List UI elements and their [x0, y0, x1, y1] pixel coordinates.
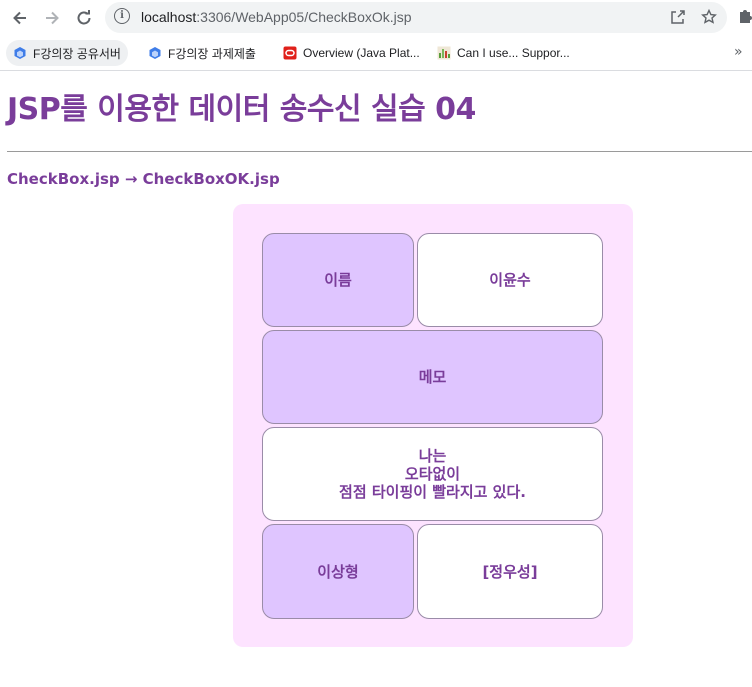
extensions-puzzle-icon[interactable]: [738, 8, 752, 28]
name-label-cell: 이름: [262, 233, 414, 327]
bookmark-item-assignment[interactable]: F강의장 과제제출: [141, 40, 263, 66]
bookmark-label: Can I use... Suppor...: [457, 46, 570, 60]
bookmark-item-caniuse[interactable]: Can I use... Suppor...: [430, 40, 577, 66]
bookmark-label: Overview (Java Plat...: [303, 46, 420, 60]
bookmark-item-java-overview[interactable]: Overview (Java Plat...: [276, 40, 427, 66]
address-url[interactable]: localhost:3306/WebApp05/CheckBoxOk.jsp: [141, 9, 412, 25]
name-label: 이름: [324, 271, 352, 289]
memo-value-cell: 나는 오타없이 점점 타이핑이 빨라지고 있다.: [262, 427, 603, 521]
oracle-icon: [283, 46, 297, 60]
result-panel: 이름 이윤수 메모 나는 오타없이 점점 타이핑이 빨라지고 있다. 이상형 […: [233, 204, 633, 647]
caniuse-icon: [437, 46, 451, 60]
url-host: localhost: [141, 9, 197, 25]
cube-icon: [149, 47, 161, 59]
bookmark-star-icon[interactable]: [699, 7, 719, 27]
cube-icon: [14, 47, 26, 59]
memo-value: 나는 오타없이 점점 타이핑이 빨라지고 있다.: [339, 447, 526, 501]
back-arrow-icon[interactable]: [8, 6, 32, 30]
browser-toolbar: i localhost:3306/WebApp05/CheckBoxOk.jsp: [0, 0, 752, 36]
site-info-icon[interactable]: i: [114, 8, 130, 24]
ideal-type-value: [정우성]: [482, 562, 538, 581]
bookmarks-bar: F강의장 공유서버 F강의장 과제제출 Overview (Java Plat.…: [0, 36, 752, 71]
forward-arrow-icon[interactable]: [40, 6, 64, 30]
address-bar[interactable]: i localhost:3306/WebApp05/CheckBoxOk.jsp: [105, 2, 727, 33]
ideal-type-value-cell: [정우성]: [417, 524, 603, 619]
memo-label: 메모: [418, 368, 447, 386]
memo-label-cell: 메모: [262, 330, 603, 424]
name-value: 이윤수: [489, 271, 531, 289]
ideal-type-label: 이상형: [317, 562, 359, 581]
horizontal-rule: [7, 151, 752, 152]
more-bookmarks-button[interactable]: »: [734, 44, 743, 60]
bookmark-item-shared-server[interactable]: F강의장 공유서버: [6, 40, 128, 66]
name-value-cell: 이윤수: [417, 233, 603, 327]
url-path: :3306/WebApp05/CheckBoxOk.jsp: [196, 9, 412, 25]
share-icon[interactable]: [668, 7, 688, 27]
ideal-type-label-cell: 이상형: [262, 524, 414, 619]
reload-icon[interactable]: [72, 6, 96, 30]
bookmark-label: F강의장 과제제출: [168, 46, 256, 61]
page-subtitle: CheckBox.jsp → CheckBoxOK.jsp: [7, 170, 280, 188]
bookmark-label: F강의장 공유서버: [33, 46, 121, 61]
page-title: JSP를 이용한 데이터 송수신 실습 04: [7, 92, 476, 127]
